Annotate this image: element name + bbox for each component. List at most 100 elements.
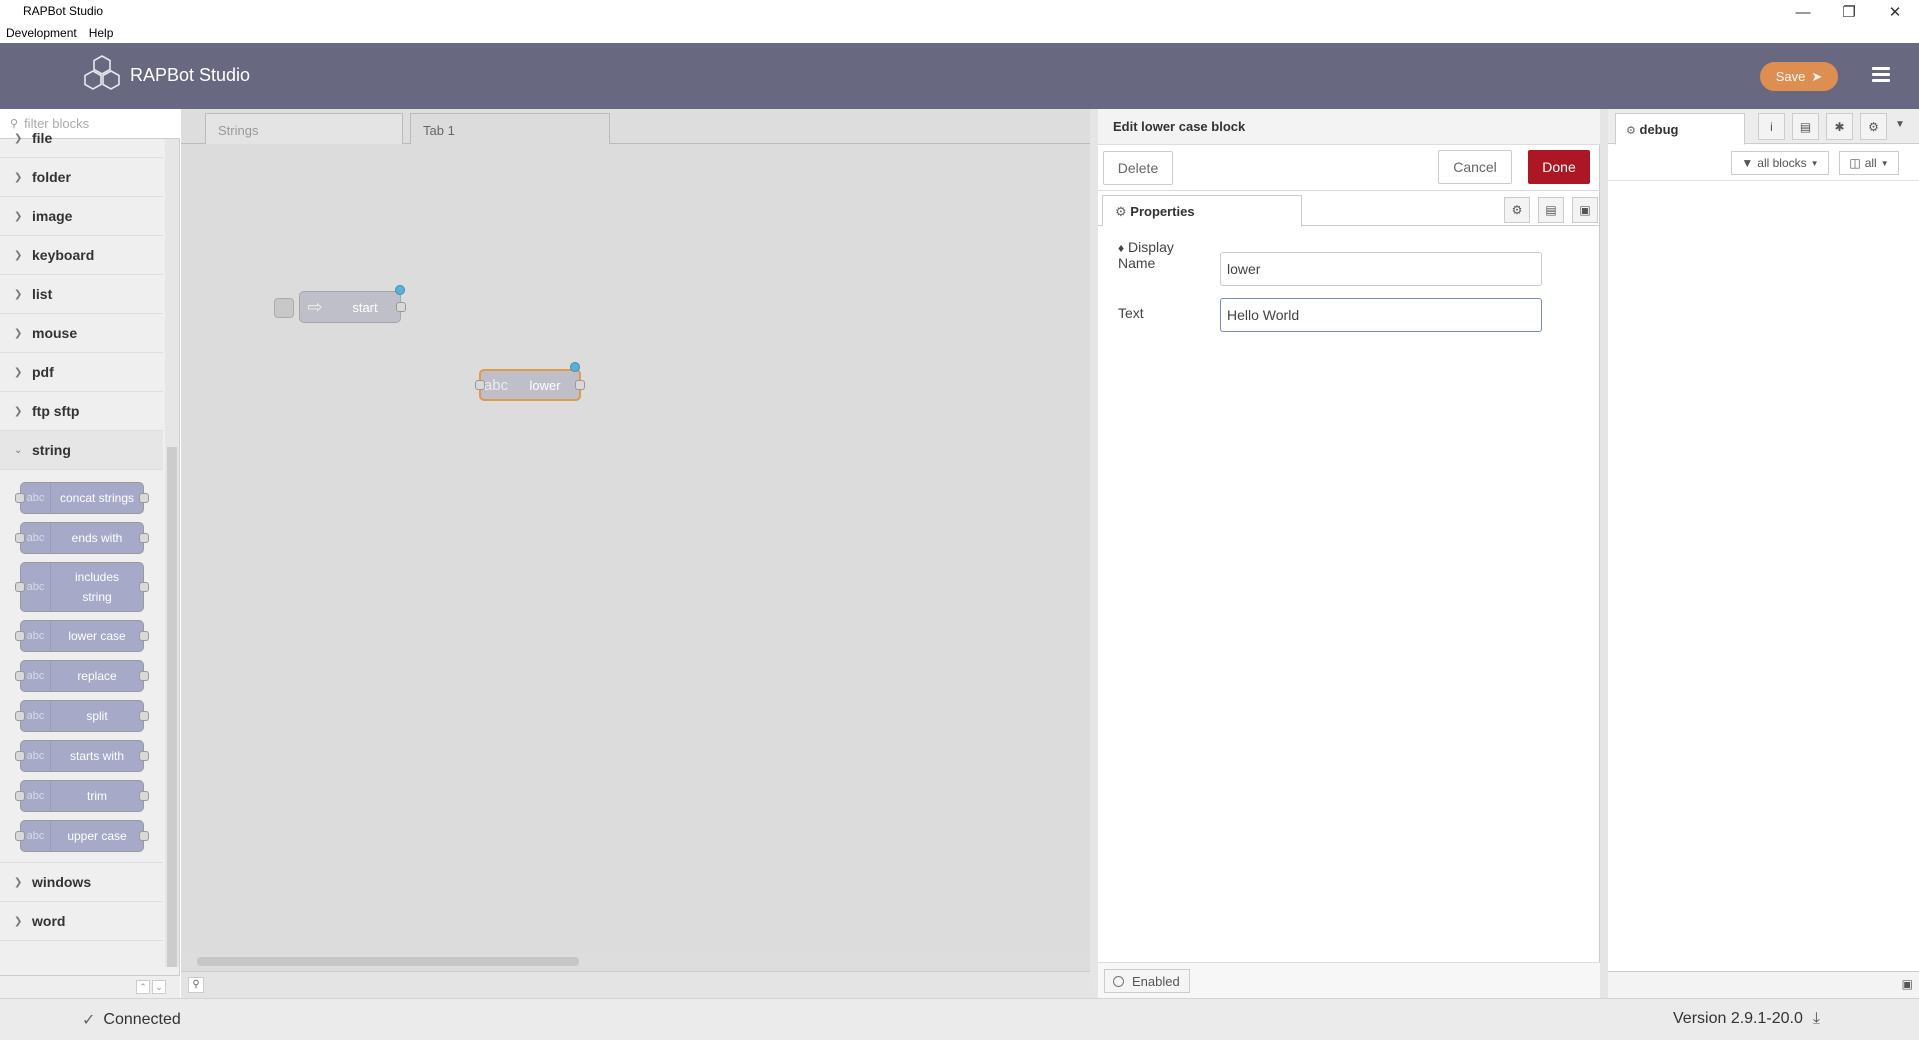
display-name-label: ♦ Display Name: [1118, 239, 1174, 271]
caret-down-icon[interactable]: ▼: [1895, 119, 1905, 130]
expand-down-icon[interactable]: ⌄: [152, 980, 166, 994]
chevron-right-icon: ❯: [14, 405, 23, 417]
tab-tab-1[interactable]: Tab 1: [410, 113, 610, 144]
gear-icon[interactable]: ⚙: [1504, 197, 1530, 223]
app-name: RAPBot Studio: [130, 65, 251, 85]
collapse-up-icon[interactable]: ⌃: [136, 980, 150, 994]
tray-title: Edit lower case block: [1098, 109, 1600, 145]
restore-icon[interactable]: ❐: [1826, 0, 1872, 24]
close-icon[interactable]: ✕: [1872, 0, 1918, 24]
delete-button[interactable]: Delete: [1103, 151, 1173, 185]
appearance-icon[interactable]: ▣: [1572, 197, 1598, 223]
workspace-tabs: Strings Tab 1: [181, 109, 1090, 144]
chevron-right-icon: ❯: [14, 249, 23, 261]
gear-icon: ⚙: [1115, 204, 1127, 219]
palette-block-upper-case[interactable]: abc upper case: [15, 820, 149, 852]
workspace-footer: ⚲: [181, 971, 1090, 998]
caret-down-icon: ▼: [1810, 158, 1819, 168]
flow-canvas[interactable]: ⇨ start abc lower: [181, 144, 1090, 964]
palette-block-lower-case[interactable]: abc lower case: [15, 620, 149, 652]
palette-block-starts-with[interactable]: abc starts with: [15, 740, 149, 772]
arrow-right-icon: ⇨: [307, 296, 323, 317]
monitor-icon[interactable]: ▣: [1902, 977, 1913, 991]
node-start[interactable]: ⇨ start: [274, 285, 406, 323]
bug-icon[interactable]: ✱: [1826, 113, 1853, 140]
abc-icon: abc: [21, 483, 51, 513]
menu-icon[interactable]: [1868, 64, 1894, 88]
palette-block-ends-with[interactable]: abc ends with: [15, 522, 149, 554]
search-icon[interactable]: ⚲: [188, 977, 204, 993]
workspace: Strings Tab 1 ⇨ start abc lower ⚲: [181, 109, 1090, 998]
menu-development[interactable]: Development: [0, 24, 83, 43]
chevron-right-icon: ❯: [14, 366, 23, 378]
string-blocks: abc concat strings abc ends with abc includ…: [0, 470, 163, 863]
category-list[interactable]: ❯ list: [0, 275, 163, 314]
status-bar: ✓ Connected Version 2.9.1-20.0 ⤓: [0, 998, 1919, 1040]
text-input[interactable]: Hello World: [1220, 298, 1542, 332]
filter-icon: ▼: [1741, 156, 1754, 170]
chevron-right-icon: ❯: [14, 327, 23, 339]
debug-toolbar: ▼ all blocks ▼ ◫ all ▼: [1608, 144, 1919, 181]
palette-block-includes-string[interactable]: abc includes string: [15, 562, 149, 612]
category-pdf[interactable]: ❯ pdf: [0, 353, 163, 392]
sidebar-tabs: ⚙ debug i ▤ ✱ ⚙ ▼: [1608, 109, 1919, 145]
gear-icon[interactable]: ⚙: [1860, 113, 1887, 140]
clear-all-button[interactable]: ◫ all ▼: [1839, 151, 1899, 175]
abc-icon: abc: [21, 621, 51, 651]
menu-help[interactable]: Help: [83, 24, 120, 43]
palette-block-replace[interactable]: abc replace: [15, 660, 149, 692]
version-info: Version 2.9.1-20.0 ⤓: [1673, 1010, 1820, 1028]
tray-footer: Enabled: [1098, 962, 1600, 998]
plug-icon: ✓: [82, 1012, 96, 1029]
done-button[interactable]: Done: [1528, 150, 1590, 184]
hexagon-logo-icon: [84, 55, 120, 90]
workspace-scrollbar[interactable]: [181, 954, 1090, 968]
chevron-right-icon: ❯: [14, 132, 23, 144]
tab-debug[interactable]: ⚙ debug: [1615, 113, 1745, 145]
category-mouse[interactable]: ❯ mouse: [0, 314, 163, 353]
book-icon[interactable]: ▤: [1792, 113, 1819, 140]
node-start-label: start: [352, 299, 378, 315]
save-button[interactable]: Save ➤: [1760, 62, 1838, 91]
palette-footer: ⌃ ⌄: [0, 975, 180, 998]
palette-block-split[interactable]: abc split: [15, 700, 149, 732]
menubar: Development Help: [0, 24, 1919, 43]
node-lower[interactable]: abc lower: [475, 362, 585, 401]
save-label: Save: [1775, 69, 1806, 84]
category-folder[interactable]: ❯ folder: [0, 158, 163, 197]
node-lower-label: lower: [529, 377, 561, 393]
cancel-button[interactable]: Cancel: [1438, 150, 1512, 184]
palette-scrollbar[interactable]: [165, 139, 179, 967]
download-icon[interactable]: ⤓: [1813, 1010, 1820, 1028]
category-image[interactable]: ❯ image: [0, 197, 163, 236]
chevron-right-icon: ❯: [14, 210, 23, 222]
category-ftp-sftp[interactable]: ❯ ftp sftp: [0, 392, 163, 431]
chevron-right-icon: ❯: [14, 915, 23, 927]
window-title: RAPBot Studio: [23, 4, 104, 18]
category-keyboard[interactable]: ❯ keyboard: [0, 236, 163, 275]
category-string[interactable]: ⌄ string: [0, 431, 163, 470]
tab-strings[interactable]: Strings: [205, 113, 403, 144]
display-name-input[interactable]: lower: [1220, 252, 1542, 286]
category-word[interactable]: ❯ word: [0, 902, 163, 941]
palette-categories: ❯ file ❯ folder ❯ image ❯ keyboard ❯ list ❯ mo…: [0, 119, 163, 947]
circle-icon: [1113, 975, 1124, 987]
caret-down-icon: ▼: [1880, 158, 1889, 168]
category-file[interactable]: ❯ file: [0, 119, 163, 158]
abc-icon: abc: [21, 523, 51, 553]
trash-icon: ◫: [1849, 156, 1861, 170]
debug-sidebar: ⚙ debug i ▤ ✱ ⚙ ▼ ▼ all blocks ▼ ◫ all ▼…: [1600, 109, 1919, 998]
inject-button[interactable]: [274, 298, 294, 318]
category-windows[interactable]: ❯ windows: [0, 863, 163, 902]
chevron-right-icon: ❯: [14, 876, 23, 888]
changed-indicator-icon: [395, 285, 405, 295]
document-icon[interactable]: ▤: [1538, 197, 1564, 223]
info-icon[interactable]: i: [1758, 113, 1785, 140]
enabled-toggle[interactable]: Enabled: [1104, 969, 1190, 993]
minimize-icon[interactable]: —: [1780, 0, 1826, 24]
palette-block-concat-strings[interactable]: abc concat strings: [15, 482, 149, 514]
tab-properties[interactable]: ⚙ Properties: [1102, 195, 1302, 227]
palette-block-trim[interactable]: abc trim: [15, 780, 149, 812]
all-blocks-filter[interactable]: ▼ all blocks ▼: [1731, 151, 1829, 175]
rocket-icon: ➤: [1811, 68, 1823, 84]
